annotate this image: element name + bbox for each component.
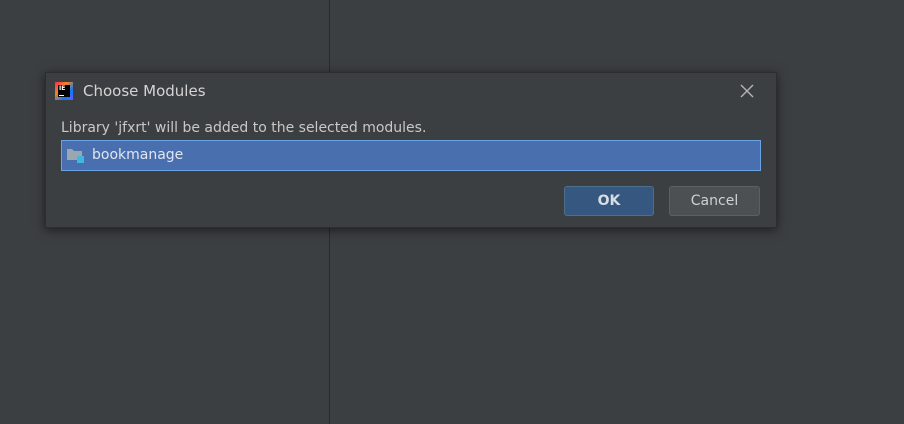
intellij-idea-icon: IE xyxy=(55,82,73,100)
dialog-titlebar[interactable]: IE Choose Modules xyxy=(46,73,776,109)
close-button[interactable] xyxy=(736,81,758,101)
dialog-message: Library 'jfxrt' will be added to the sel… xyxy=(61,120,427,136)
dialog-title: Choose Modules xyxy=(83,82,206,100)
choose-modules-dialog: IE Choose Modules Library 'jfxrt' will b… xyxy=(45,72,777,228)
close-icon xyxy=(740,84,754,98)
module-folder-icon xyxy=(67,149,84,163)
ok-button[interactable]: OK xyxy=(564,186,654,216)
cancel-button[interactable]: Cancel xyxy=(669,186,760,216)
module-list[interactable]: bookmanage xyxy=(61,140,761,171)
module-name: bookmanage xyxy=(92,147,184,163)
module-list-item[interactable]: bookmanage xyxy=(62,141,760,170)
